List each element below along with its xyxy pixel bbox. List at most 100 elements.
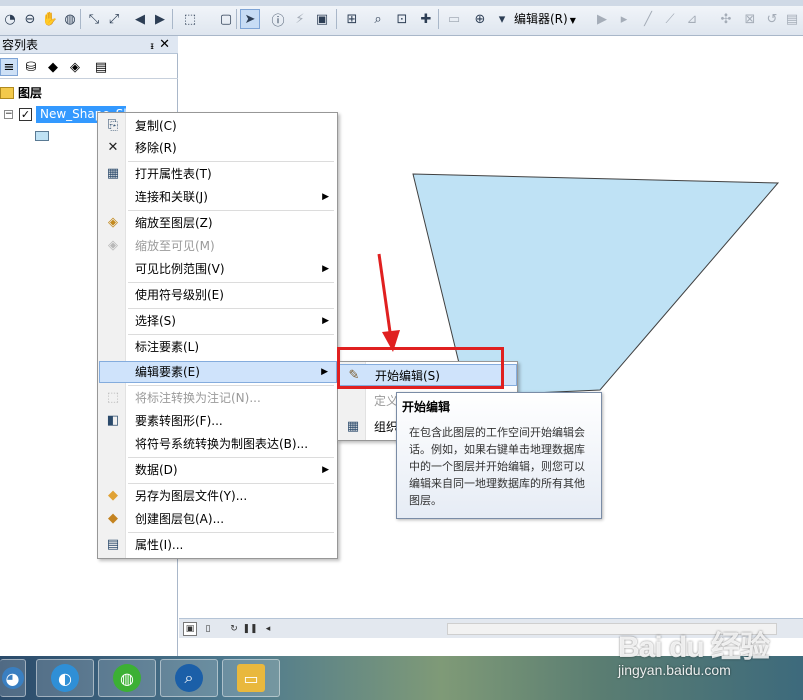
data-view-icon[interactable]: ▣ xyxy=(183,622,197,636)
layout-view-icon[interactable]: ▯ xyxy=(201,622,215,636)
html-popup-icon[interactable]: ▣ xyxy=(312,9,332,29)
scroll-left-icon[interactable]: ◂ xyxy=(261,622,275,636)
menu-separator xyxy=(128,483,334,484)
menu-item-properties[interactable]: ▤ 属性(I)... xyxy=(99,534,337,556)
menu-item-zoom-to-layer[interactable]: ◈ 缩放至图层(Z) xyxy=(99,212,337,234)
menu-item-label: 数据(D) xyxy=(135,463,178,477)
list-by-visibility-icon[interactable]: ◆ xyxy=(44,58,62,76)
go-to-xy-icon[interactable]: ✚ xyxy=(416,9,436,29)
menu-item-use-symbol-levels[interactable]: 使用符号级别(E) xyxy=(99,284,337,306)
forward-icon[interactable]: ▶ xyxy=(150,9,170,29)
menu-item-label: 选择(S) xyxy=(135,314,176,328)
editor-toolbar-icon[interactable]: ▾ xyxy=(492,9,512,29)
menu-item-save-as-layer-file[interactable]: ◆ 另存为图层文件(Y)... xyxy=(99,485,337,507)
submenu-arrow-icon: ▶ xyxy=(322,316,329,326)
toolbar-separator xyxy=(172,9,173,29)
menu-separator xyxy=(128,282,334,283)
rotate-icon[interactable]: ↺ xyxy=(762,9,782,29)
fixed-zoom-icon[interactable]: ⤢ xyxy=(104,9,124,29)
menu-item-zoom-to-visible: ◈ 缩放至可见(M) xyxy=(99,235,337,257)
menu-item-remove[interactable]: ✕ 移除(R) xyxy=(99,137,337,159)
list-by-selection-icon[interactable]: ◈ xyxy=(66,58,84,76)
find-route-icon[interactable]: ⊡ xyxy=(392,9,412,29)
remove-icon: ✕ xyxy=(107,140,119,155)
menu-item-convert-features-to-graphics[interactable]: ◧ 要素转图形(F)... xyxy=(99,410,337,432)
options-icon[interactable]: ▤ xyxy=(92,58,110,76)
menu-item-open-attribute-table[interactable]: ▦ 打开属性表(T) xyxy=(99,163,337,185)
zoom-out-icon[interactable]: ◔ xyxy=(0,9,20,29)
measure-icon[interactable]: ⊞ xyxy=(342,9,362,29)
editor-dropdown[interactable]: 编辑器(R) ▼ xyxy=(514,10,576,28)
hyperlink-icon[interactable]: ⚡ xyxy=(290,9,310,29)
globe-icon[interactable]: ◍ xyxy=(60,9,80,29)
tooltip-title: 开始编辑 xyxy=(402,400,451,414)
main-toolbar: ◔ ⊖ ✋ ◍ ⤡ ⤢ ◀ ▶ ⬚ ▢ ➤ ⓘ ⚡ ▣ ⊞ ⌕ ⊡ ✚ ▭ ⊕ … xyxy=(0,0,803,36)
list-by-source-icon[interactable]: ⛁ xyxy=(22,58,40,76)
edit-annotation-icon[interactable]: ▸ xyxy=(614,9,634,29)
menu-item-visible-scale-range[interactable]: 可见比例范围(V) ▶ xyxy=(99,258,337,280)
line-icon[interactable]: ╱ xyxy=(638,9,658,29)
organize-icon: ▦ xyxy=(346,419,360,434)
menu-item-selection[interactable]: 选择(S) ▶ xyxy=(99,310,337,332)
find-icon[interactable]: ⌕ xyxy=(368,9,388,29)
identify-icon[interactable]: ⓘ xyxy=(268,9,288,29)
split-icon[interactable]: ⊠ xyxy=(740,9,760,29)
tooltip-body: 在包含此图层的工作空间开始编辑会话。例如，如果右键单击地理数据库中的一个图层并开… xyxy=(409,426,585,507)
menu-separator xyxy=(128,210,334,211)
vertex-icon[interactable]: ⟋ xyxy=(660,9,680,29)
convert-labels-icon: ⬚ xyxy=(106,390,120,405)
trace-icon[interactable]: ⊿ xyxy=(682,9,702,29)
toolbar-separator xyxy=(236,9,237,29)
attributes-icon[interactable]: ▤ xyxy=(782,9,802,29)
pin-icon[interactable]: ᵻ xyxy=(150,38,154,56)
edit-tool-icon[interactable]: ▶ xyxy=(592,9,612,29)
menu-item-label: 创建图层包(A)... xyxy=(135,512,225,526)
select-pointer-icon[interactable]: ➤ xyxy=(240,9,260,29)
layer-file-icon: ◆ xyxy=(108,488,118,503)
create-viewer-icon[interactable]: ⊕ xyxy=(470,9,490,29)
zoom-out-icon[interactable]: ⊖ xyxy=(20,9,40,29)
menu-item-create-layer-package[interactable]: ◆ 创建图层包(A)... xyxy=(99,508,337,530)
browser-icon: ◐ xyxy=(51,664,79,692)
taskbar-explorer-button[interactable]: ▭ xyxy=(222,659,280,697)
sketch-icon[interactable]: ✣ xyxy=(716,9,736,29)
layer-visibility-checkbox[interactable]: ✓ xyxy=(19,108,32,121)
pan-icon[interactable]: ✋ xyxy=(40,9,60,29)
collapse-icon[interactable]: − xyxy=(4,110,13,119)
menu-separator xyxy=(128,308,334,309)
menu-item-copy[interactable]: ⎘ 复制(C) xyxy=(99,115,337,137)
full-extent-icon[interactable]: ⤡ xyxy=(84,9,104,29)
menu-item-label: 连接和关联(J) xyxy=(135,190,208,204)
select-features-icon[interactable]: ⬚ xyxy=(180,9,200,29)
menu-item-label: 打开属性表(T) xyxy=(135,167,212,181)
start-icon: ◕ xyxy=(1,667,24,689)
taskbar-start-button[interactable]: ◕ xyxy=(0,659,26,697)
toc-title: 容列表 xyxy=(2,38,39,52)
back-icon[interactable]: ◀ xyxy=(130,9,150,29)
taskbar-search-app-button[interactable]: ⌕ xyxy=(160,659,218,697)
menu-item-label: 缩放至可见(M) xyxy=(135,239,215,253)
menu-item-data[interactable]: 数据(D) ▶ xyxy=(99,459,337,481)
copy-icon: ⎘ xyxy=(107,118,119,133)
menu-item-joins-relates[interactable]: 连接和关联(J) ▶ xyxy=(99,186,337,208)
taskbar-wechat-button[interactable]: ◍ xyxy=(98,659,156,697)
menu-item-label: 将标注转换为注记(N)... xyxy=(135,391,261,405)
menu-item-edit-features[interactable]: 编辑要素(E) ▶ xyxy=(99,361,337,383)
refresh-icon[interactable]: ↻ xyxy=(227,622,241,636)
menu-item-label: 定义 xyxy=(374,394,399,408)
taskbar-browser-button[interactable]: ◐ xyxy=(36,659,94,697)
submenu-arrow-icon: ▶ xyxy=(322,465,329,475)
clear-selection-icon[interactable]: ▢ xyxy=(216,9,236,29)
list-by-drawing-order-icon[interactable]: ≡ xyxy=(0,58,18,76)
menu-item-label: 要素转图形(F)... xyxy=(135,414,223,428)
pause-drawing-icon[interactable]: ❚❚ xyxy=(242,622,257,636)
close-icon[interactable]: ✕ xyxy=(159,36,170,54)
watermark-url: jingyan.baidu.com xyxy=(618,662,731,678)
wechat-icon: ◍ xyxy=(113,664,141,692)
menu-item-convert-symbology[interactable]: 将符号系统转换为制图表达(B)... xyxy=(99,433,337,455)
menu-item-label-features[interactable]: 标注要素(L) xyxy=(99,336,337,358)
menu-item-label: 另存为图层文件(Y)... xyxy=(135,489,248,503)
time-slider-icon[interactable]: ▭ xyxy=(444,9,464,29)
toolbar-separator xyxy=(80,9,81,29)
menu-item-label: 缩放至图层(Z) xyxy=(135,216,213,230)
